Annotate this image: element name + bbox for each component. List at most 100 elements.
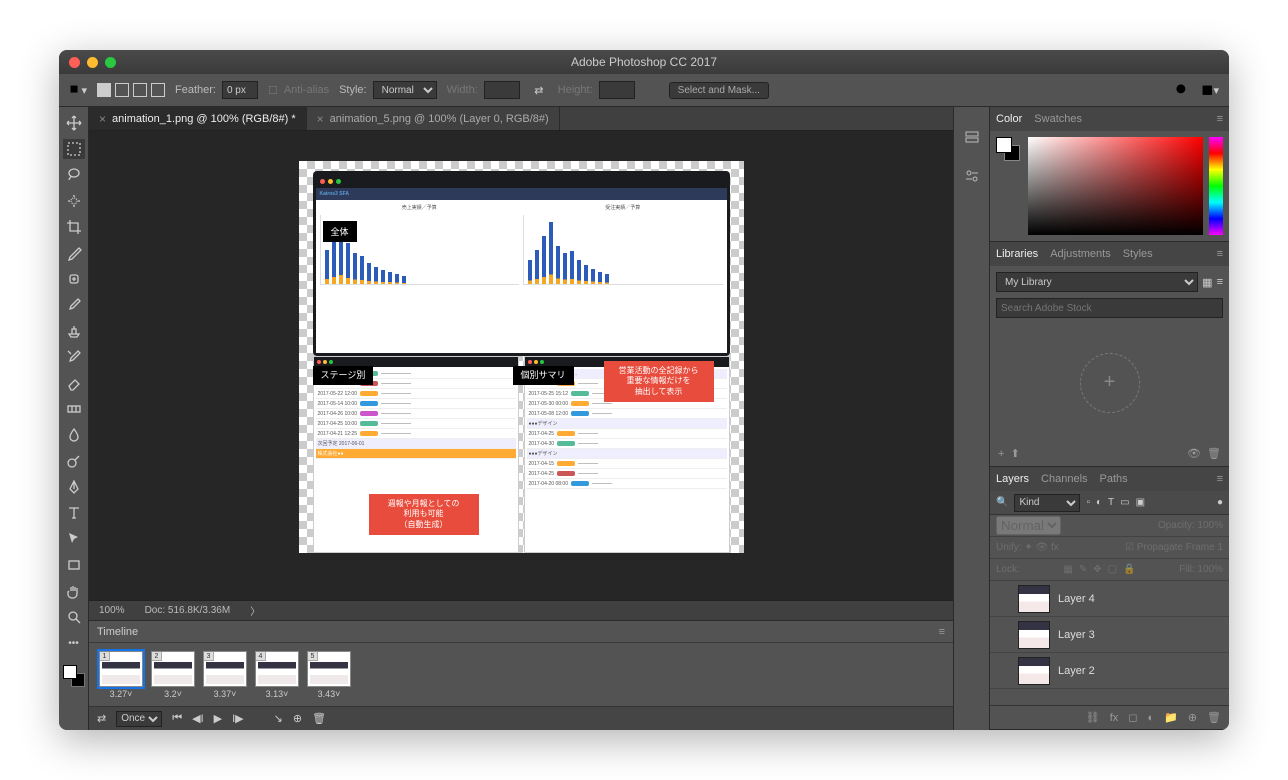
sync-icon[interactable]: 👁 [1187, 448, 1201, 460]
color-field[interactable] [1028, 137, 1203, 235]
clone-stamp-tool[interactable] [63, 321, 85, 341]
delete-frame-button[interactable]: 🗑 [312, 712, 326, 725]
grid-view-icon[interactable]: ▦ [1202, 276, 1212, 289]
timeline-frame[interactable]: 23.2˅ [149, 651, 197, 699]
rectangle-tool[interactable] [63, 555, 85, 575]
filter-shape-icon[interactable]: ▭ [1120, 497, 1129, 508]
tool-preset-icon[interactable]: ▾ [69, 81, 87, 99]
crop-tool[interactable] [63, 217, 85, 237]
panel-menu-icon[interactable]: ≡ [939, 626, 945, 638]
styles-tab[interactable]: Styles [1123, 248, 1153, 260]
properties-dock-icon[interactable] [961, 165, 983, 187]
layer-mask-icon[interactable]: ◻ [1128, 711, 1137, 724]
delete-lib-icon[interactable]: 🗑 [1207, 448, 1221, 460]
play-button[interactable]: ▶ [214, 712, 222, 725]
duplicate-frame-button[interactable]: ⊕ [293, 712, 302, 725]
eraser-tool[interactable] [63, 373, 85, 393]
list-view-icon[interactable]: ≡ [1217, 276, 1223, 288]
adjustment-layer-icon[interactable]: ◐ [1147, 712, 1154, 724]
link-layers-icon[interactable]: ⛓ [1086, 711, 1100, 724]
panel-menu-icon[interactable]: ≡ [1217, 248, 1223, 260]
filter-type-icon[interactable]: T [1108, 497, 1114, 508]
layer-thumbnail[interactable] [1018, 585, 1050, 613]
canvas-area[interactable]: Kairos3 SFA 売上実績／予算 受注実績／予算 [89, 131, 953, 600]
filter-toggle-icon[interactable]: ● [1217, 497, 1223, 508]
timeline-frame[interactable]: 13.27˅ [97, 651, 145, 699]
intersect-selection-button[interactable] [151, 83, 165, 97]
type-tool[interactable] [63, 503, 85, 523]
timeline-frame[interactable]: 33.37˅ [201, 651, 249, 699]
document-tab-1[interactable]: × animation_1.png @ 100% (RGB/8#) * [89, 107, 307, 130]
dodge-tool[interactable] [63, 451, 85, 471]
zoom-tool[interactable] [63, 607, 85, 627]
layer-name[interactable]: Layer 2 [1058, 665, 1095, 677]
zoom-level[interactable]: 100% [99, 605, 125, 616]
layer-name[interactable]: Layer 3 [1058, 629, 1095, 641]
quick-select-tool[interactable] [63, 191, 85, 211]
blur-tool[interactable] [63, 425, 85, 445]
lasso-tool[interactable] [63, 165, 85, 185]
close-window-button[interactable] [69, 57, 80, 68]
edit-toolbar-icon[interactable]: ••• [63, 633, 85, 653]
search-icon[interactable] [1173, 81, 1191, 99]
filter-pixel-icon[interactable]: ▫ [1086, 497, 1090, 508]
layer-row[interactable]: Layer 2 [990, 653, 1229, 689]
layer-row[interactable]: Layer 4 [990, 581, 1229, 617]
history-dock-icon[interactable] [961, 127, 983, 149]
new-layer-icon[interactable]: ⊕ [1188, 711, 1197, 724]
layer-row[interactable]: Layer 3 [990, 617, 1229, 653]
swatches-tab[interactable]: Swatches [1034, 113, 1082, 125]
doc-size[interactable]: Doc: 516.8K/3.36M [145, 605, 231, 616]
path-select-tool[interactable] [63, 529, 85, 549]
history-brush-tool[interactable] [63, 347, 85, 367]
select-and-mask-button[interactable]: Select and Mask... [669, 82, 769, 99]
zoom-window-button[interactable] [105, 57, 116, 68]
delete-layer-icon[interactable]: 🗑 [1207, 711, 1221, 724]
close-tab-icon[interactable]: × [99, 112, 106, 126]
next-frame-button[interactable]: I▶ [232, 712, 244, 725]
eyedropper-tool[interactable] [63, 243, 85, 263]
add-selection-button[interactable] [115, 83, 129, 97]
prev-frame-button[interactable]: ◀I [192, 712, 204, 725]
canvas[interactable]: Kairos3 SFA 売上実績／予算 受注実績／予算 [299, 161, 744, 553]
stock-search-input[interactable] [996, 298, 1223, 318]
tween-button[interactable]: ↘ [274, 712, 283, 725]
brush-tool[interactable] [63, 295, 85, 315]
library-drop-zone[interactable]: + [996, 324, 1223, 441]
healing-brush-tool[interactable] [63, 269, 85, 289]
feather-input[interactable] [222, 81, 258, 99]
channels-tab[interactable]: Channels [1041, 473, 1087, 485]
layer-filter-select[interactable]: Kind [1014, 494, 1080, 512]
new-selection-button[interactable] [97, 83, 111, 97]
minimize-window-button[interactable] [87, 57, 98, 68]
filter-adjust-icon[interactable]: ◐ [1096, 497, 1102, 508]
status-arrow-icon[interactable]: 〉 [250, 603, 260, 618]
loop-select[interactable]: Once [116, 711, 162, 727]
upload-icon[interactable]: ⬆ [1011, 448, 1020, 460]
libraries-tab[interactable]: Libraries [996, 248, 1038, 260]
move-tool[interactable] [63, 113, 85, 133]
color-swatch[interactable] [996, 137, 1022, 235]
timeline-frame[interactable]: 43.13˅ [253, 651, 301, 699]
close-tab-icon[interactable]: × [317, 112, 324, 126]
library-select[interactable]: My Library [996, 272, 1198, 292]
layer-thumbnail[interactable] [1018, 657, 1050, 685]
layer-thumbnail[interactable] [1018, 621, 1050, 649]
style-select[interactable]: Normal [373, 81, 437, 99]
hand-tool[interactable] [63, 581, 85, 601]
convert-timeline-icon[interactable]: ⇄ [97, 712, 106, 725]
filter-smart-icon[interactable]: ▣ [1136, 497, 1145, 508]
marquee-tool[interactable] [63, 139, 85, 159]
panel-menu-icon[interactable]: ≡ [1217, 473, 1223, 485]
workspace-switcher-icon[interactable]: ▾ [1201, 81, 1219, 99]
layers-tab[interactable]: Layers [996, 473, 1029, 485]
adjustments-tab[interactable]: Adjustments [1050, 248, 1111, 260]
subtract-selection-button[interactable] [133, 83, 147, 97]
paths-tab[interactable]: Paths [1100, 473, 1128, 485]
layer-fx-icon[interactable]: fx [1110, 712, 1119, 724]
timeline-frame[interactable]: 53.43˅ [305, 651, 353, 699]
hue-slider[interactable] [1209, 137, 1223, 235]
first-frame-button[interactable]: ⏮ [172, 712, 182, 725]
layer-name[interactable]: Layer 4 [1058, 593, 1095, 605]
add-content-icon[interactable]: + [998, 448, 1004, 460]
